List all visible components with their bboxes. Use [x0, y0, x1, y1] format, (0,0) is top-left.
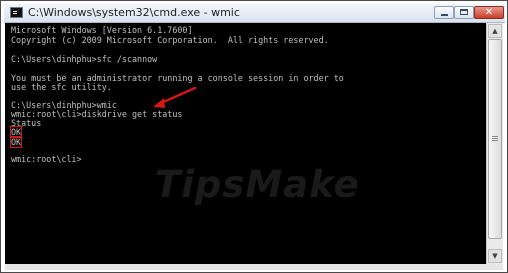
grip-icon — [492, 136, 498, 137]
status-ok-line: OK — [9, 126, 23, 138]
console-line: Copyright (c) 2009 Microsoft Corporation… — [11, 35, 329, 45]
console-output[interactable]: TipsMake Microsoft Windows [Version 6.1.… — [5, 23, 486, 264]
maximize-button[interactable] — [454, 6, 474, 19]
status-ok-line: OK — [9, 136, 23, 148]
console-line: use the sfc utility. — [11, 82, 112, 92]
title-bar[interactable]: C:\Windows\system32\cmd.exe - wmic ✕ — [4, 4, 505, 23]
cmd-icon — [10, 7, 23, 18]
close-icon: ✕ — [484, 7, 494, 18]
minimize-icon — [435, 7, 453, 18]
annotation-arrow-icon — [153, 86, 197, 108]
console-line: C:\Users\dinhphu>sfc /scannow — [11, 54, 158, 64]
window-frame: C:\Windows\system32\cmd.exe - wmic ✕ Tip… — [0, 0, 508, 273]
window-bottom-border — [5, 264, 503, 270]
maximize-icon — [455, 7, 473, 18]
watermark-logo: TipsMake — [155, 163, 360, 206]
scroll-thumb[interactable] — [488, 39, 502, 239]
console-line: Microsoft Windows [Version 6.1.7600] — [11, 25, 193, 35]
scroll-up-button[interactable]: ▲ — [488, 24, 502, 38]
window-title: C:\Windows\system32\cmd.exe - wmic — [28, 6, 240, 19]
scroll-down-button[interactable]: ▼ — [488, 249, 502, 263]
command-prompt[interactable]: wmic:root\cli> — [11, 154, 82, 164]
minimize-button[interactable] — [434, 6, 454, 19]
close-button[interactable]: ✕ — [474, 6, 504, 19]
vertical-scrollbar[interactable]: ▲ ▼ — [486, 23, 503, 264]
